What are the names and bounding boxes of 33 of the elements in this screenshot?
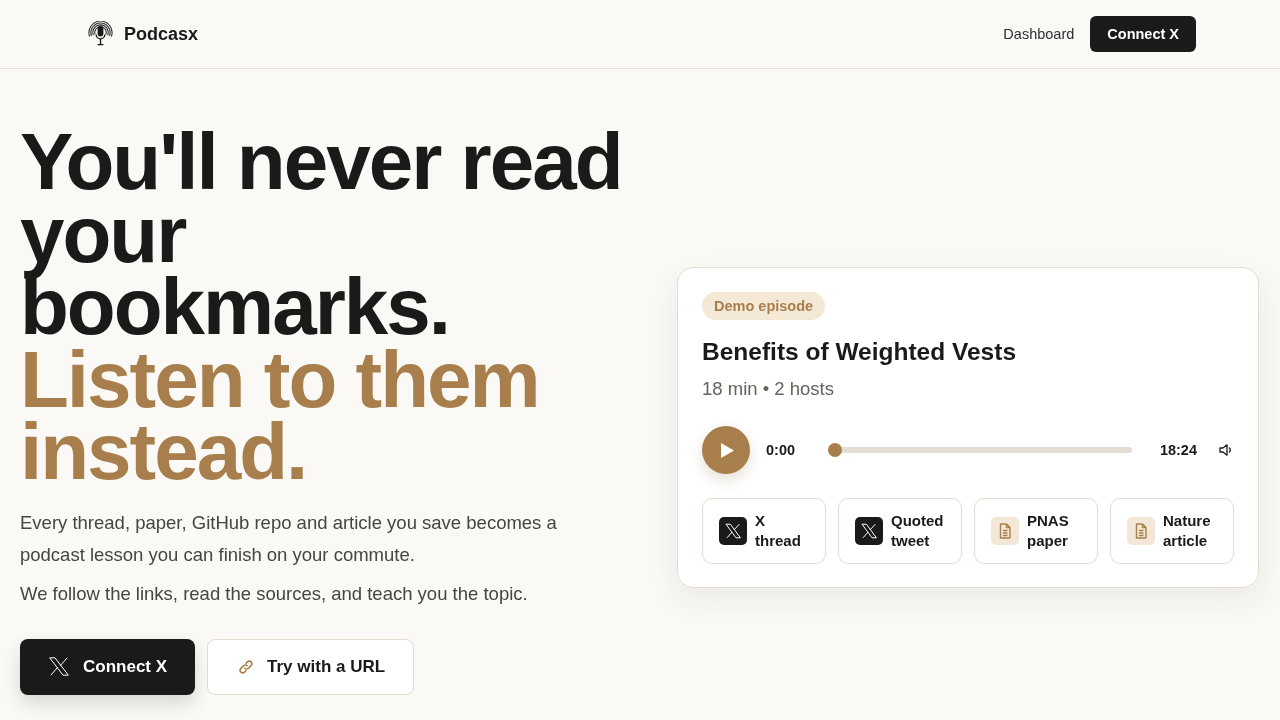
current-time: 0:00 xyxy=(766,442,796,458)
hero-description: Every thread, paper, GitHub repo and article you save becomes a podcast lesson you can finish on your commute. xyxy=(20,510,558,567)
dashboard-link[interactable]: Dashboard xyxy=(1003,26,1075,42)
headline: You'll never read your bookmarks. xyxy=(20,126,623,344)
document-icon xyxy=(1127,517,1155,545)
play-icon xyxy=(721,442,734,458)
link-icon xyxy=(238,658,255,675)
connect-button[interactable]: Connect X xyxy=(20,638,196,695)
episode-title: Benefits of Weighted Vests xyxy=(702,337,1018,367)
x-logo-icon xyxy=(49,657,69,676)
try-url-button[interactable]: Try with a URL xyxy=(207,638,415,695)
source-card[interactable]: PNAS paper xyxy=(974,498,1098,564)
episode-meta: 18 min • 2 hosts xyxy=(702,377,835,401)
x-logo-icon xyxy=(855,517,883,545)
source-label: X thread xyxy=(755,511,802,551)
document-icon xyxy=(991,517,1019,545)
play-button[interactable] xyxy=(702,426,750,474)
duration: 18:24 xyxy=(1159,442,1197,458)
progress-thumb[interactable] xyxy=(828,443,843,457)
volume-icon[interactable] xyxy=(1219,443,1233,457)
source-card[interactable]: X thread xyxy=(702,498,826,564)
source-label: Nature article xyxy=(1163,511,1212,551)
brand-name: Podcasx xyxy=(124,23,199,45)
hero-description: We follow the links, read the sources, and teach you the topic. xyxy=(20,581,529,606)
episode-badge: Demo episode xyxy=(702,292,826,320)
source-card[interactable]: Quoted tweet xyxy=(838,498,962,564)
podcast-microphone-icon xyxy=(88,20,113,48)
x-logo-icon xyxy=(719,517,747,545)
connect-button[interactable]: Connect X xyxy=(1090,16,1196,52)
source-card[interactable]: Nature article xyxy=(1110,498,1234,564)
source-label: PNAS paper xyxy=(1027,511,1070,551)
headline-accent: Listen to them instead. xyxy=(20,343,540,489)
source-label: Quoted tweet xyxy=(891,511,945,551)
